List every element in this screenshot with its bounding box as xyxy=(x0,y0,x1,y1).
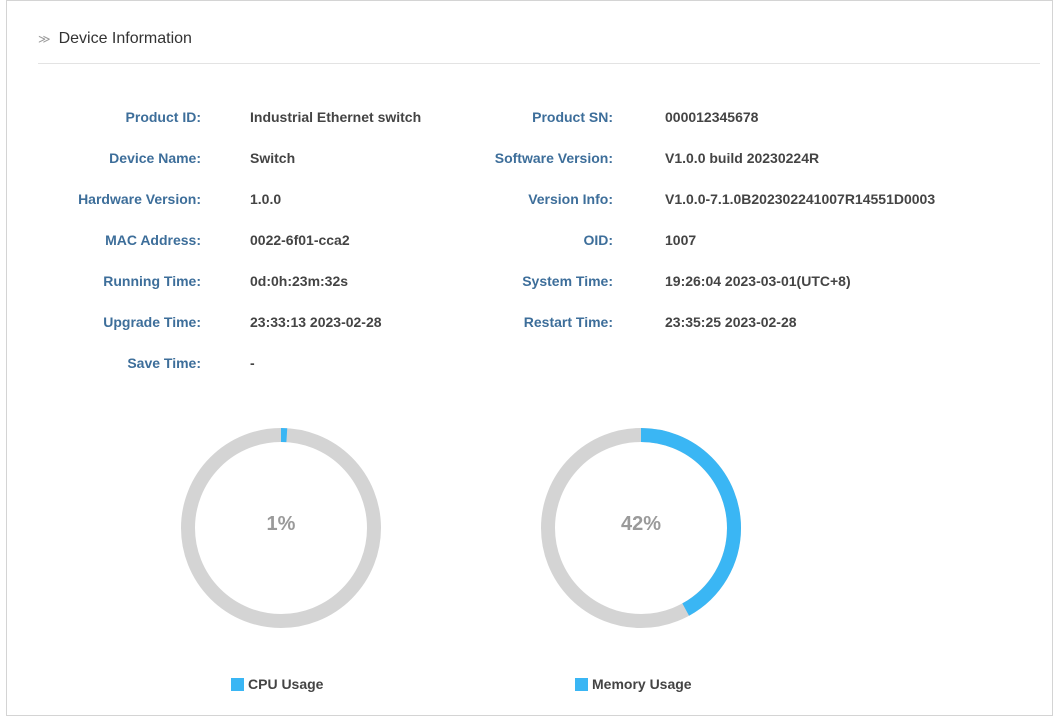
running-time-value: 0d:0h:23m:32s xyxy=(250,273,349,289)
memory-usage-percent: 42% xyxy=(620,513,662,535)
restart-time-value: 23:35:25 2023-02-28 xyxy=(665,314,797,330)
hardware-version-value: 1.0.0 xyxy=(250,191,282,207)
panel-title: Device Information xyxy=(58,30,192,47)
hardware-version-label: Hardware Version: xyxy=(78,191,201,207)
cpu-usage-gauge: 1% xyxy=(178,425,384,631)
running-time-label: Running Time: xyxy=(103,273,201,289)
device-name-value: Switch xyxy=(250,150,296,166)
oid-value: 1007 xyxy=(665,232,697,248)
memory-usage-swatch xyxy=(575,677,588,691)
product-sn-value: 000012345678 xyxy=(665,109,759,125)
panel-header: ≫ Device Information xyxy=(38,24,192,54)
restart-time-label: Restart Time: xyxy=(523,314,613,330)
cpu-usage-swatch xyxy=(231,677,244,691)
system-time-label: System Time: xyxy=(522,273,613,289)
software-version-label: Software Version: xyxy=(494,150,613,166)
product-sn-label: Product SN: xyxy=(532,109,613,125)
chevron-right-icon: ≫ xyxy=(38,32,51,46)
mac-address-label: MAC Address: xyxy=(105,232,201,248)
version-info-value: V1.0.0-7.1.0B202302241007R14551D0003 xyxy=(665,191,936,207)
cpu-usage-legend: CPU Usage xyxy=(231,676,323,692)
save-time-label: Save Time: xyxy=(127,355,201,371)
upgrade-time-label: Upgrade Time: xyxy=(103,314,201,330)
system-time-value: 19:26:04 2023-03-01(UTC+8) xyxy=(665,273,851,289)
memory-usage-legend-label: Memory Usage xyxy=(592,676,692,692)
memory-usage-gauge: 42% xyxy=(538,425,744,631)
cpu-usage-legend-label: CPU Usage xyxy=(248,676,324,692)
mac-address-value: 0022-6f01-cca2 xyxy=(250,232,350,248)
save-time-value: - xyxy=(250,355,255,371)
memory-usage-legend: Memory Usage xyxy=(575,676,692,692)
upgrade-time-value: 23:33:13 2023-02-28 xyxy=(250,314,382,330)
header-divider xyxy=(38,63,1040,64)
version-info-label: Version Info: xyxy=(528,191,613,207)
product-id-label: Product ID: xyxy=(125,109,201,125)
device-name-label: Device Name: xyxy=(109,150,201,166)
cpu-usage-percent: 1% xyxy=(266,513,296,535)
oid-label: OID: xyxy=(583,232,613,248)
software-version-value: V1.0.0 build 20230224R xyxy=(665,150,820,166)
product-id-value: Industrial Ethernet switch xyxy=(250,109,422,125)
